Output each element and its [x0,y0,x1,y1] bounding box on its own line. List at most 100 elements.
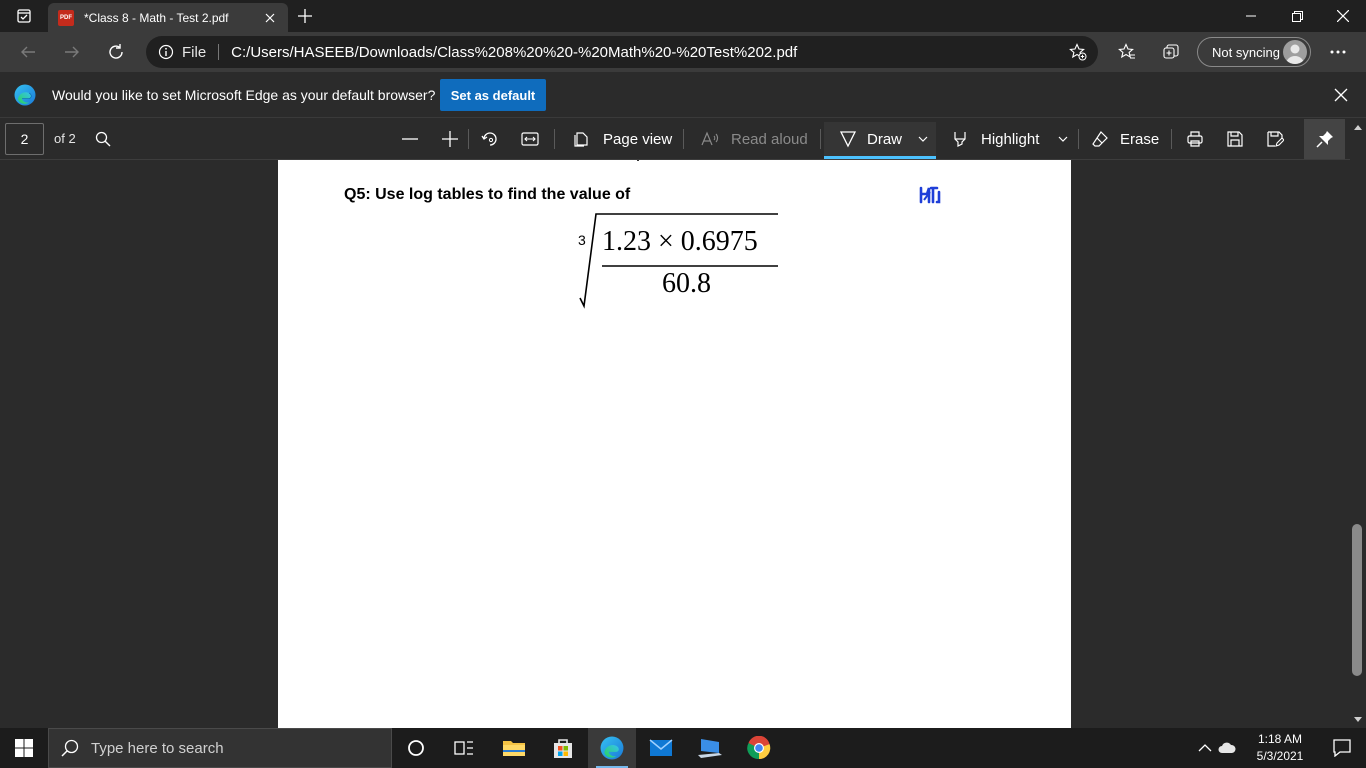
draw-options-button[interactable] [911,127,935,151]
minimize-button[interactable] [1228,0,1274,32]
microsoft-store-app[interactable] [539,728,587,768]
pdf-page: Q5: Use log tables to find the value of … [278,160,1071,728]
forward-button[interactable] [56,36,88,68]
info-icon[interactable] [158,44,174,60]
highlight-button[interactable]: Highlight [981,131,1039,148]
restore-icon [1291,10,1303,22]
find-button[interactable] [91,127,115,151]
windows-logo-icon [15,739,33,757]
erase-button[interactable]: Erase [1120,131,1159,148]
taskbar-search-box[interactable]: Type here to search [48,728,392,768]
read-aloud-button[interactable]: Read aloud [731,131,808,148]
read-aloud-icon-button[interactable] [698,127,722,151]
pin-toolbar-button[interactable] [1304,119,1345,159]
user-icon [1286,44,1304,64]
eraser-icon [1092,131,1108,147]
banner-message: Would you like to set Microsoft Edge as … [52,87,436,103]
tab-title: *Class 8 - Math - Test 2.pdf [84,10,229,25]
desktop-app[interactable] [686,728,734,768]
vertical-scrollbar[interactable] [1350,118,1366,728]
close-window-button[interactable] [1320,0,1366,32]
page-view-button[interactable]: Page view [603,131,672,148]
profile-button[interactable]: Not syncing [1197,37,1311,67]
notification-center-button[interactable] [1318,728,1366,768]
save-as-button[interactable] [1263,127,1287,151]
tab-actions-button[interactable] [0,0,48,32]
task-view-button[interactable] [440,728,488,768]
toolbar-separator [468,129,469,149]
rotate-button[interactable] [478,127,502,151]
refresh-button[interactable] [100,36,132,68]
favorites-button[interactable] [1111,36,1143,68]
close-icon [1337,10,1349,22]
tab-actions-icon [17,9,31,23]
edge-icon [600,736,624,760]
highlight-options-button[interactable] [1051,127,1075,151]
minus-icon [402,138,418,140]
pdf-toolbar: of 2 Page view Read aloud Draw Highlight [0,118,1366,160]
chrome-icon [747,736,771,760]
search-placeholder: Type here to search [91,739,224,757]
math-formula: 3 1.23 × 0.6975 60.8 [574,210,784,314]
chrome-app[interactable] [735,728,783,768]
settings-more-button[interactable] [1322,36,1354,68]
banner-close-button[interactable] [1330,84,1352,106]
search-icon [95,131,111,147]
draw-button[interactable]: Draw [867,131,902,148]
store-bag-icon [554,739,572,758]
draw-active-indicator [824,156,936,159]
print-button[interactable] [1183,127,1207,151]
print-icon [1187,131,1203,147]
edge-app-active[interactable] [588,728,636,768]
scroll-up-button[interactable] [1350,120,1366,134]
erase-icon-button[interactable] [1088,127,1112,151]
start-button[interactable] [0,728,48,768]
close-tab-button[interactable] [262,10,278,26]
draw-pen-icon [839,131,857,148]
add-favorite-button[interactable] [1066,40,1090,64]
draw-icon-button[interactable] [836,127,860,151]
set-as-default-button[interactable]: Set as default [440,79,546,111]
address-bar[interactable]: File C:/Users/HASEEB/Downloads/Class%208… [146,36,1098,68]
folder-icon [503,741,525,756]
fraction-denominator: 60.8 [662,268,711,299]
drawn-mark-icon [919,186,941,204]
question-text: Q5: Use log tables to find the value of [344,186,631,203]
previous-content-fragment [489,160,639,161]
file-explorer-app[interactable] [490,728,538,768]
restore-button[interactable] [1274,0,1320,32]
save-button[interactable] [1223,127,1247,151]
url-text[interactable]: C:/Users/HASEEB/Downloads/Class%208%20%2… [231,44,797,61]
zoom-in-button[interactable] [438,127,462,151]
title-bar: PDF *Class 8 - Math - Test 2.pdf [0,0,1366,32]
collections-button[interactable] [1155,36,1187,68]
toolbar-separator [1078,129,1079,149]
back-button[interactable] [12,36,44,68]
favorites-star-icon [1118,43,1135,59]
system-clock[interactable]: 1:18 AM 5/3/2021 [1252,731,1308,765]
page-view-icon-button[interactable] [570,127,594,151]
browser-tab[interactable]: PDF *Class 8 - Math - Test 2.pdf [48,3,288,32]
pdf-icon: PDF [58,9,74,26]
star-add-icon [1069,43,1087,61]
rotate-icon [481,132,497,146]
mail-app[interactable] [637,728,685,768]
scroll-down-button[interactable] [1350,712,1366,726]
read-aloud-icon [701,131,719,146]
fit-to-width-button[interactable] [518,127,542,151]
page-number-input[interactable] [5,123,44,155]
back-arrow-icon [21,46,35,58]
cortana-button[interactable] [392,728,440,768]
highlight-icon-button[interactable] [948,127,972,151]
chevron-up-icon [1198,744,1212,752]
pdf-viewer[interactable]: Q5: Use log tables to find the value of … [0,160,1350,728]
scroll-down-arrow-icon [1354,716,1362,722]
page-count-label: of 2 [54,131,76,146]
new-tab-button[interactable] [292,4,318,28]
show-hidden-icons-button[interactable] [1188,728,1236,768]
onedrive-cloud-icon [1218,742,1236,753]
sync-status: Not syncing [1212,44,1280,60]
laptop-icon [698,739,722,758]
scrollbar-thumb[interactable] [1352,524,1362,676]
zoom-out-button[interactable] [398,127,422,151]
